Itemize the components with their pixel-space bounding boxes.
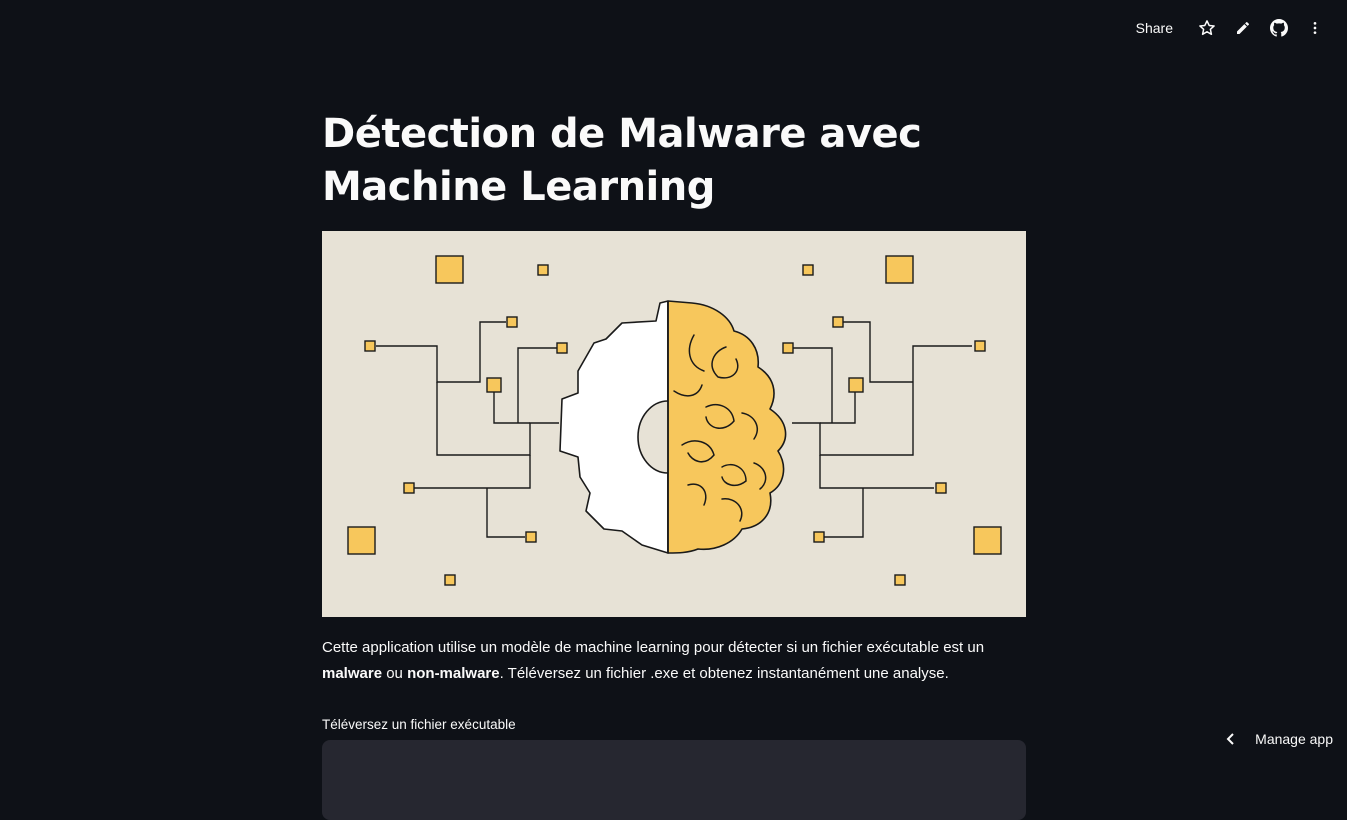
top-toolbar: Share bbox=[1136, 0, 1347, 55]
chevron-left-icon bbox=[1225, 732, 1237, 746]
hero-image bbox=[322, 231, 1026, 617]
description-bold-non-malware: non-malware bbox=[407, 665, 500, 682]
manage-app-button[interactable]: Manage app bbox=[1225, 731, 1333, 747]
github-icon[interactable] bbox=[1269, 18, 1289, 38]
app-description: Cette application utilise un modèle de m… bbox=[322, 635, 1026, 687]
file-uploader-dropzone[interactable] bbox=[322, 740, 1026, 820]
share-button[interactable]: Share bbox=[1136, 20, 1173, 36]
description-text-3: . Téléversez un fichier .exe et obtenez … bbox=[500, 665, 949, 682]
main-content: Détection de Malware avec Machine Learni… bbox=[322, 100, 1026, 820]
manage-app-label: Manage app bbox=[1255, 731, 1333, 747]
description-text-2: ou bbox=[382, 665, 407, 682]
page-title: Détection de Malware avec Machine Learni… bbox=[322, 100, 1026, 214]
file-uploader-label: Téléversez un fichier exécutable bbox=[322, 717, 1026, 732]
star-icon[interactable] bbox=[1197, 18, 1217, 38]
description-bold-malware: malware bbox=[322, 665, 382, 682]
more-vertical-icon[interactable] bbox=[1305, 18, 1325, 38]
pencil-icon[interactable] bbox=[1233, 18, 1253, 38]
description-text-1: Cette application utilise un modèle de m… bbox=[322, 639, 984, 656]
